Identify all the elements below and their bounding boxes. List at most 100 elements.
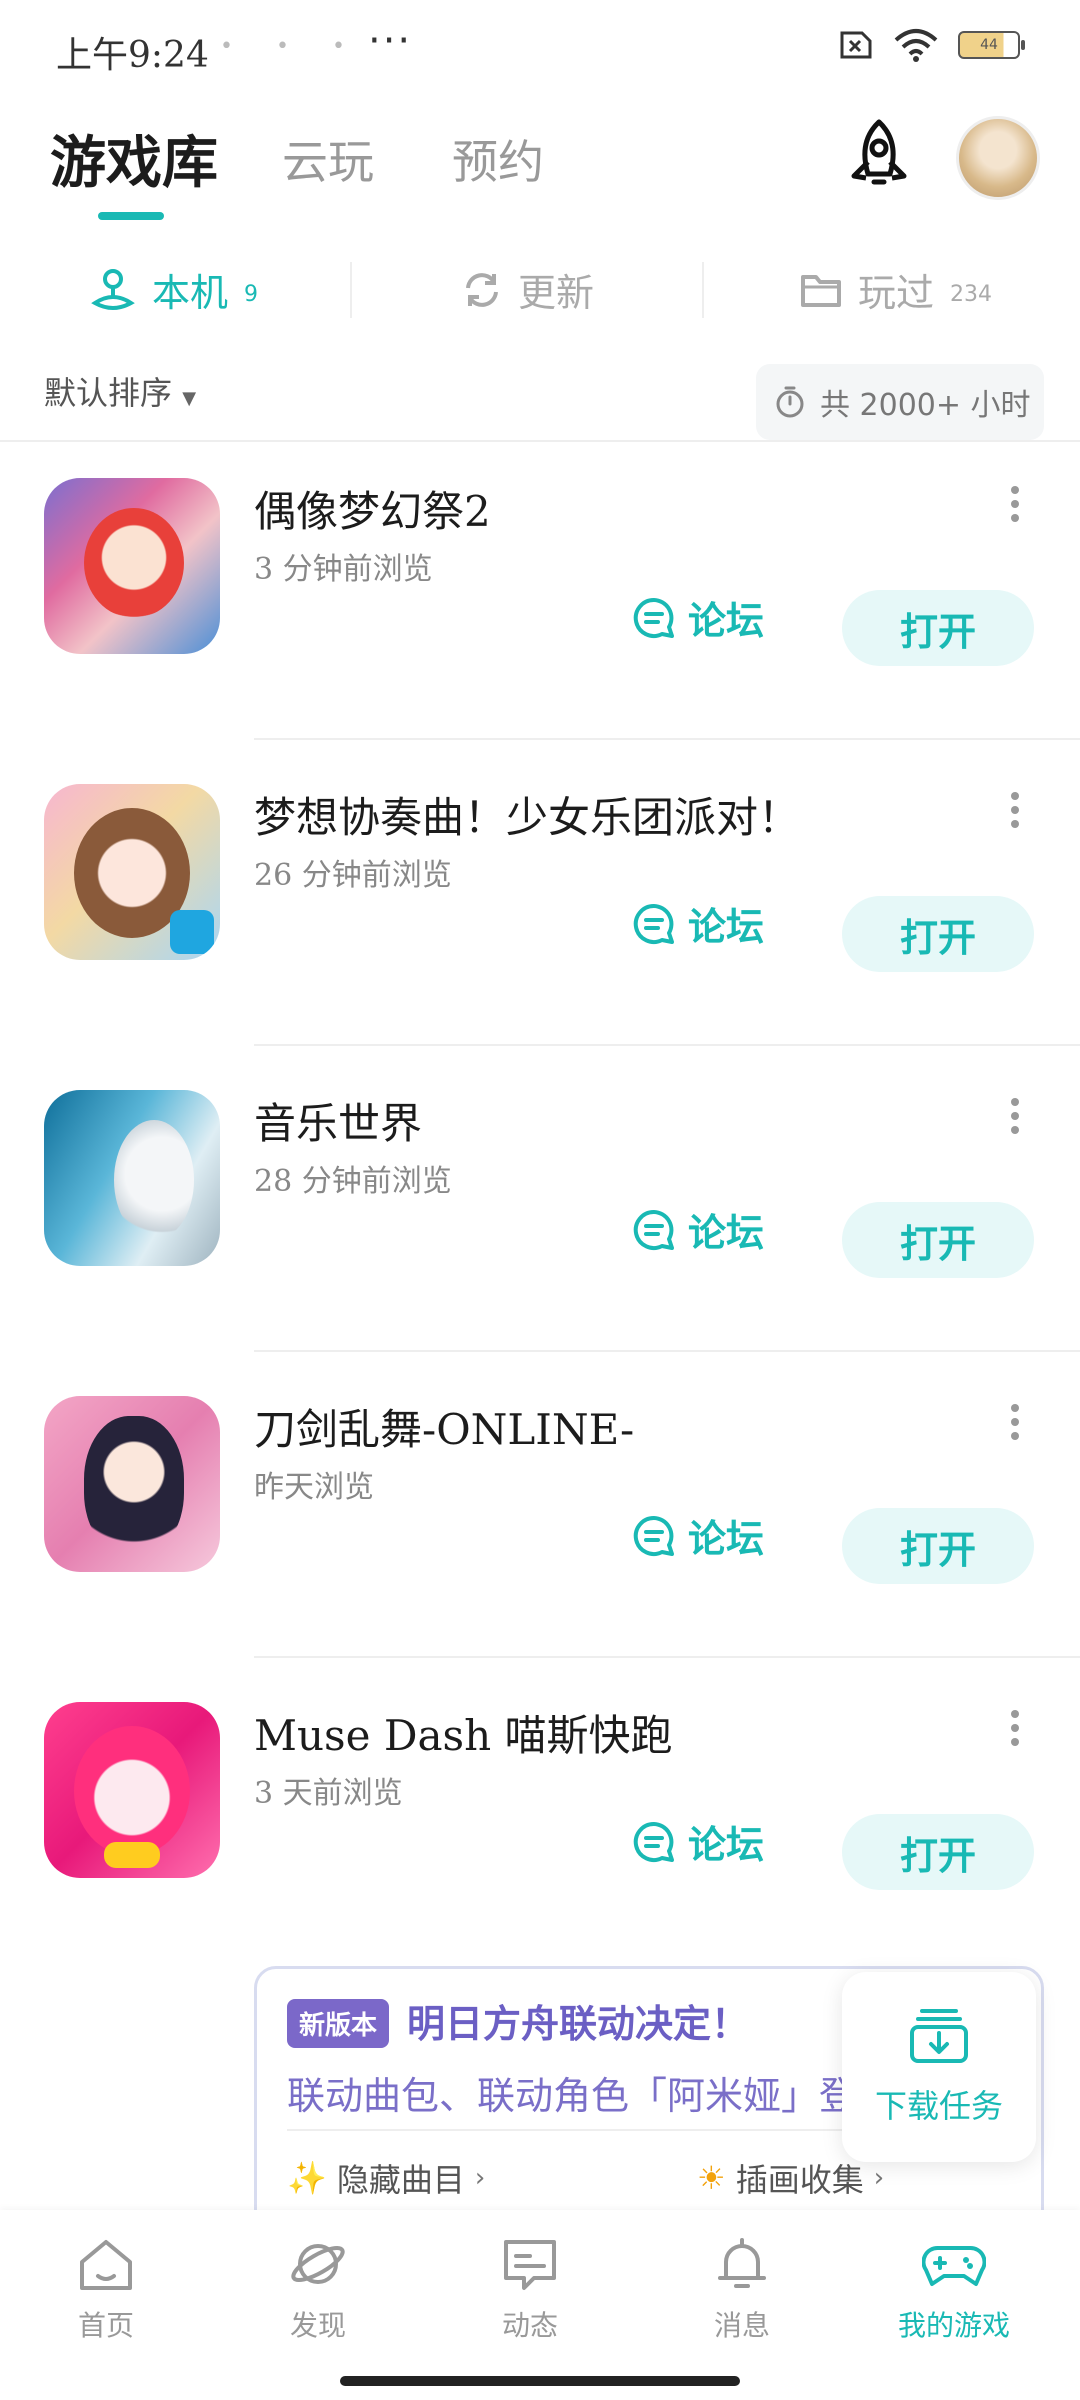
game-icon-ensemble-stars[interactable] bbox=[44, 478, 220, 654]
refresh-icon bbox=[466, 272, 498, 307]
sparkle-icon: ✨ bbox=[287, 2159, 327, 2197]
forum-label: 论坛 bbox=[688, 599, 765, 643]
circle-arrow-icon: › bbox=[873, 2163, 885, 2193]
subtab-divider bbox=[350, 262, 352, 318]
nav-home-label: 首页 bbox=[77, 2309, 134, 2342]
battery-icon: 44 bbox=[958, 31, 1025, 59]
sort-dropdown[interactable]: 默认排序 ▼ bbox=[44, 368, 196, 414]
news-link-illustrations[interactable]: ☀ 插画收集 › bbox=[697, 2155, 884, 2201]
forum-chat-icon bbox=[633, 903, 674, 944]
nav-my-games[interactable]: 我的游戏 bbox=[874, 2236, 1034, 2344]
user-avatar[interactable] bbox=[956, 116, 1040, 200]
nav-feed[interactable]: 动态 bbox=[450, 2236, 610, 2344]
total-hours-text: 共 2000+ 小时 bbox=[820, 388, 1031, 423]
play-hours-badge: 共 2000+ 小时 bbox=[756, 364, 1044, 440]
sort-label: 默认排序 bbox=[44, 374, 173, 412]
nav-home[interactable]: 首页 bbox=[26, 2236, 186, 2344]
open-game-button[interactable]: 打开 bbox=[842, 590, 1034, 666]
subtab-update-label: 更新 bbox=[518, 271, 595, 315]
wifi-icon bbox=[894, 29, 938, 62]
message-card-icon bbox=[504, 2240, 556, 2290]
game-row[interactable]: Muse Dash 喵斯快跑 3 天前浏览 论坛 打开 bbox=[0, 1658, 1080, 1964]
forum-button[interactable]: 论坛 bbox=[632, 590, 764, 645]
forum-chat-icon bbox=[633, 1821, 674, 1862]
forum-chat-icon bbox=[633, 1209, 674, 1250]
nav-discover-label: 发现 bbox=[289, 2309, 346, 2342]
more-options-icon[interactable] bbox=[1010, 1096, 1020, 1136]
news-item-label: 插画收集 bbox=[735, 2161, 864, 2199]
game-row[interactable]: 偶像梦幻祭2 3 分钟前浏览 论坛 打开 bbox=[0, 434, 1080, 740]
bell-icon bbox=[718, 2238, 766, 2288]
stopwatch-icon bbox=[776, 386, 804, 418]
news-title: 明日方舟联动决定！ bbox=[407, 2002, 750, 2046]
subtab-local-count: 9 bbox=[244, 282, 259, 307]
subtab-local[interactable]: 本机 9 bbox=[90, 262, 258, 317]
rocket-icon[interactable] bbox=[844, 118, 914, 194]
game-icon-muse-dash[interactable] bbox=[44, 1702, 220, 1878]
sun-icon: ☀ bbox=[697, 2159, 726, 2197]
new-version-badge: 新版本 bbox=[287, 1999, 390, 2048]
news-item-label: 隐藏曲目 bbox=[336, 2161, 465, 2199]
nav-messages[interactable]: 消息 bbox=[662, 2236, 822, 2344]
subtab-update[interactable]: 更新 bbox=[462, 262, 594, 317]
nav-discover[interactable]: 发现 bbox=[238, 2236, 398, 2344]
sim-off-icon bbox=[840, 31, 872, 59]
circle-arrow-icon: › bbox=[474, 2163, 486, 2193]
game-last-viewed: 3 天前浏览 bbox=[254, 1776, 403, 1811]
game-row[interactable]: 音乐世界 28 分钟前浏览 论坛 打开 bbox=[0, 1046, 1080, 1352]
download-tasks-label: 下载任务 bbox=[874, 2087, 1003, 2125]
active-tab-indicator bbox=[98, 212, 164, 220]
tab-reservation[interactable]: 预约 bbox=[452, 126, 544, 192]
home-indicator[interactable] bbox=[340, 2376, 740, 2386]
caret-down-icon: ▼ bbox=[182, 388, 197, 409]
nav-feed-label: 动态 bbox=[501, 2309, 558, 2342]
game-last-viewed: 26 分钟前浏览 bbox=[254, 858, 452, 893]
download-tasks-button[interactable]: 下载任务 bbox=[842, 1972, 1036, 2162]
nav-messages-label: 消息 bbox=[713, 2309, 770, 2342]
forum-label: 论坛 bbox=[688, 1823, 765, 1867]
more-options-icon[interactable] bbox=[1010, 1708, 1020, 1748]
bottom-navigation: 首页 发现 动态 消息 我的游戏 bbox=[0, 2210, 1080, 2400]
download-tray-icon bbox=[910, 2009, 968, 2063]
news-link-hidden-tracks[interactable]: ✨ 隐藏曲目 › bbox=[287, 2155, 485, 2201]
subtab-played-count: 234 bbox=[950, 282, 993, 307]
forum-chat-icon bbox=[633, 597, 674, 638]
game-icon-music-world[interactable] bbox=[44, 1090, 220, 1266]
game-icon-bang-dream[interactable] bbox=[44, 784, 220, 960]
game-last-viewed: 28 分钟前浏览 bbox=[254, 1164, 452, 1199]
subtab-played-label: 玩过 bbox=[858, 271, 935, 315]
forum-button[interactable]: 论坛 bbox=[632, 1202, 764, 1257]
nav-my-games-label: 我的游戏 bbox=[897, 2309, 1010, 2342]
forum-chat-icon bbox=[633, 1515, 674, 1556]
joystick-icon bbox=[91, 268, 135, 310]
status-time: 上午9:24 bbox=[56, 35, 209, 76]
game-row[interactable]: 刀剑乱舞-ONLINE- 昨天浏览 论坛 打开 bbox=[0, 1352, 1080, 1658]
subtab-divider bbox=[702, 262, 704, 318]
tab-game-library[interactable]: 游戏库 bbox=[50, 118, 218, 199]
game-last-viewed: 3 分钟前浏览 bbox=[254, 552, 433, 587]
game-row[interactable]: 梦想协奏曲！少女乐团派对！ 26 分钟前浏览 论坛 打开 bbox=[0, 740, 1080, 1046]
more-options-icon[interactable] bbox=[1010, 1402, 1020, 1442]
game-title: 梦想协奏曲！少女乐团派对！ bbox=[254, 793, 801, 842]
tab-cloud-play[interactable]: 云玩 bbox=[282, 126, 374, 192]
subtab-played[interactable]: 玩过 234 bbox=[800, 262, 992, 317]
home-icon bbox=[80, 2240, 132, 2290]
forum-label: 论坛 bbox=[688, 905, 765, 949]
open-game-button[interactable]: 打开 bbox=[842, 1814, 1034, 1890]
game-title: 音乐世界 bbox=[254, 1099, 423, 1148]
game-title: 刀剑乱舞-ONLINE- bbox=[254, 1405, 635, 1454]
status-notification-icons: • • • bbox=[220, 34, 363, 59]
open-game-button[interactable]: 打开 bbox=[842, 1202, 1034, 1278]
forum-button[interactable]: 论坛 bbox=[632, 1508, 764, 1563]
more-options-icon[interactable] bbox=[1010, 484, 1020, 524]
game-icon-touken-ranbu[interactable] bbox=[44, 1396, 220, 1572]
planet-icon bbox=[291, 2244, 345, 2284]
folder-icon bbox=[801, 274, 841, 307]
forum-button[interactable]: 论坛 bbox=[632, 896, 764, 951]
open-game-button[interactable]: 打开 bbox=[842, 896, 1034, 972]
forum-button[interactable]: 论坛 bbox=[632, 1814, 764, 1869]
gamepad-icon bbox=[922, 2246, 986, 2286]
more-options-icon[interactable] bbox=[1010, 790, 1020, 830]
open-game-button[interactable]: 打开 bbox=[842, 1508, 1034, 1584]
status-more-icon: ··· bbox=[368, 18, 413, 64]
